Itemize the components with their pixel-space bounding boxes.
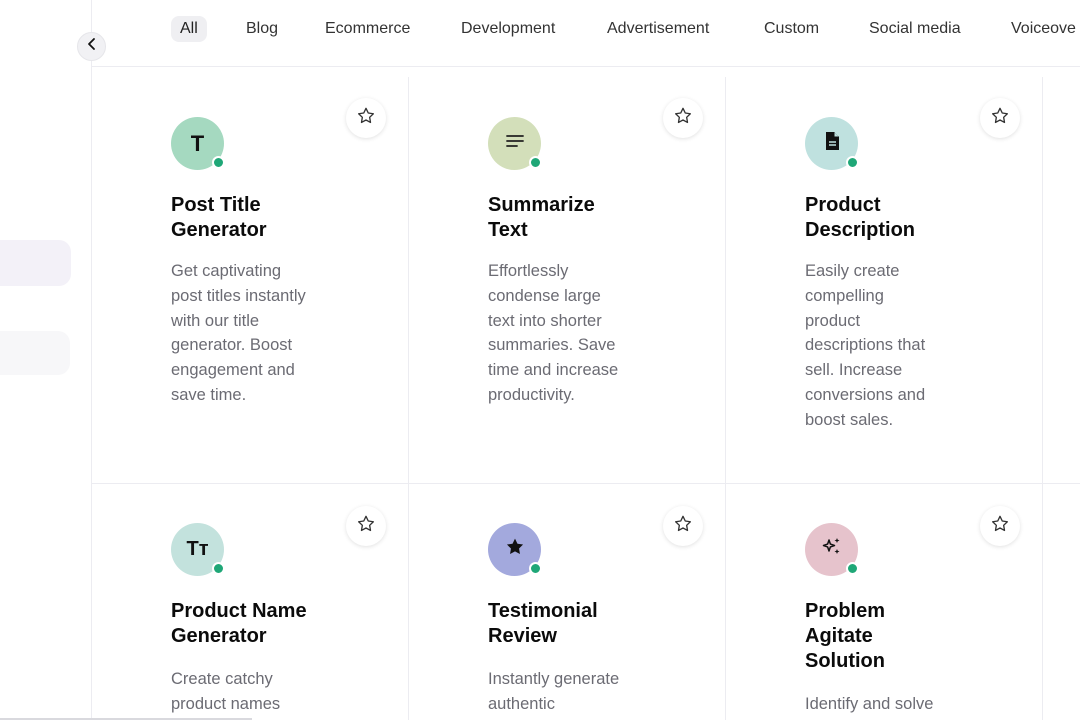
card-description: Instantly generate authentic [488, 670, 620, 713]
category-tabs: All Blog Ecommerce Development Advertise… [92, 0, 1080, 67]
card-title: Product Description [805, 194, 916, 241]
card-title: Summarize Text [488, 194, 595, 241]
template-avatar [488, 117, 542, 170]
tab-advertisement[interactable]: Advertisement [607, 16, 709, 42]
card-description: Easily create compelling product descriptio… [805, 262, 926, 429]
template-card-product-description[interactable]: Product Description Easily create compelli… [726, 77, 1043, 483]
sidebar-item[interactable] [0, 331, 70, 375]
template-card-post-title-generator[interactable]: T Post Title Generator Get captivating pos… [92, 77, 409, 483]
card-title: Product Name Generator [171, 600, 307, 647]
template-avatar [805, 117, 859, 170]
favorite-button[interactable] [346, 98, 386, 138]
sidebar-item-active[interactable] [0, 240, 71, 286]
tab-blog[interactable]: Blog [246, 16, 278, 42]
star-outline-icon [990, 514, 1010, 539]
online-status-dot [529, 562, 542, 575]
favorite-button[interactable] [346, 506, 386, 546]
favorite-button[interactable] [663, 506, 703, 546]
online-status-dot [846, 156, 859, 169]
favorite-button[interactable] [663, 98, 703, 138]
tab-custom[interactable]: Custom [764, 16, 819, 42]
chevron-left-icon [85, 37, 99, 56]
card-title: Testimonial Review [488, 600, 598, 647]
sparkles-icon [820, 535, 844, 564]
tab-all[interactable]: All [171, 16, 207, 42]
card-description: Get captivating post titles instantly with… [171, 262, 306, 404]
card-description: Identify and solve [805, 695, 934, 713]
template-card-testimonial-review[interactable]: Testimonial Review Instantly generate auth… [409, 484, 726, 720]
document-icon [822, 130, 842, 157]
text-size-icon: Tт [186, 538, 209, 560]
card-title: Post Title Generator [171, 194, 267, 241]
template-avatar: Tт [171, 523, 225, 576]
text-lines-icon [504, 130, 526, 157]
favorite-button[interactable] [980, 506, 1020, 546]
star-outline-icon [673, 514, 693, 539]
template-avatar: T [171, 117, 225, 170]
template-avatar [488, 523, 542, 576]
template-avatar [805, 523, 859, 576]
online-status-dot [529, 156, 542, 169]
tab-voiceover[interactable]: Voiceove [1011, 16, 1076, 42]
online-status-dot [212, 156, 225, 169]
template-card-product-name-generator[interactable]: Tт Product Name Generator Create catchy pr… [92, 484, 409, 720]
template-card-partial[interactable] [1043, 77, 1080, 720]
star-solid-icon [504, 536, 526, 563]
tab-development[interactable]: Development [461, 16, 555, 42]
template-card-problem-agitate-solution[interactable]: Problem Agitate Solution Identify and solv… [726, 484, 1043, 720]
star-outline-icon [356, 514, 376, 539]
tab-ecommerce[interactable]: Ecommerce [325, 16, 410, 42]
template-card-summarize-text[interactable]: Summarize Text Effortlessly condense large… [409, 77, 726, 483]
favorite-button[interactable] [980, 98, 1020, 138]
card-title: Problem Agitate Solution [805, 600, 886, 672]
letter-t-icon: T [190, 130, 205, 156]
card-description: Create catchy product names [171, 670, 281, 713]
tab-social-media[interactable]: Social media [869, 16, 961, 42]
star-outline-icon [673, 106, 693, 131]
card-description: Effortlessly condense large text into shor… [488, 262, 619, 404]
collapse-sidebar-button[interactable] [77, 32, 106, 61]
star-outline-icon [990, 106, 1010, 131]
sidebar [0, 0, 92, 720]
online-status-dot [212, 562, 225, 575]
online-status-dot [846, 562, 859, 575]
star-outline-icon [356, 106, 376, 131]
